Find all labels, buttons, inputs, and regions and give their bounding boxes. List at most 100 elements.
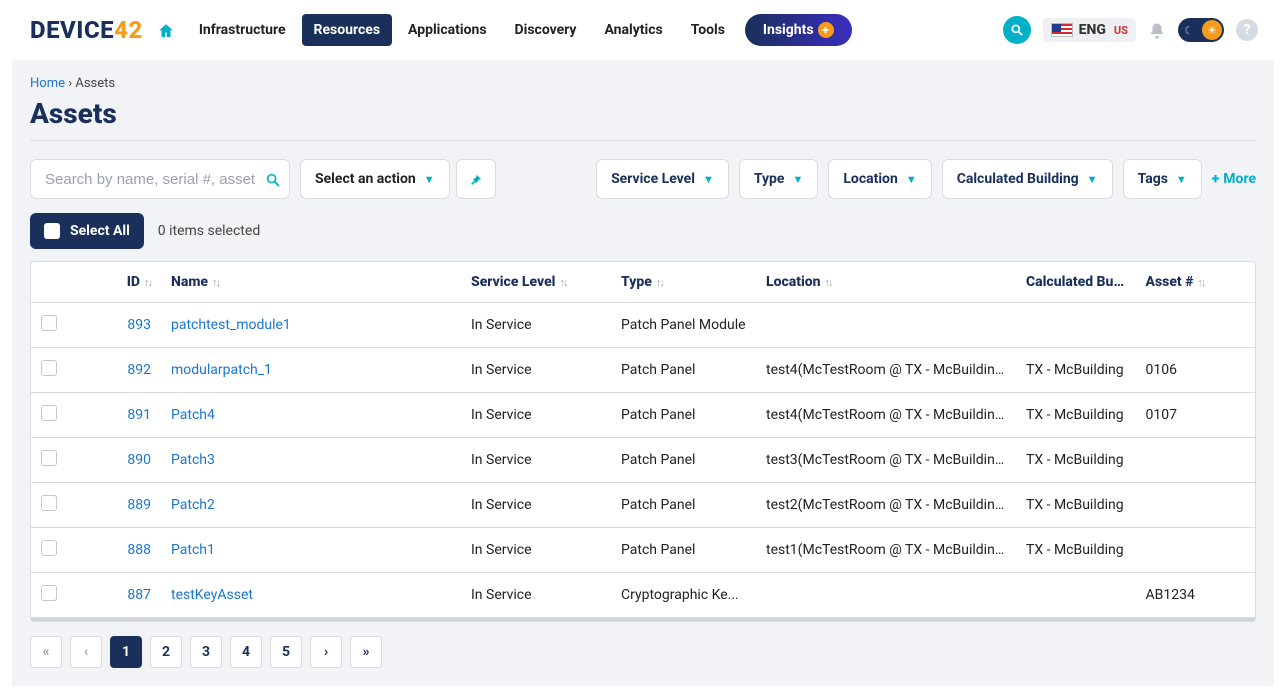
row-id-link[interactable]: 890 — [127, 452, 151, 468]
select-all-row: Select All 0 items selected — [30, 213, 1256, 249]
items-selected-status: 0 items selected — [158, 223, 260, 239]
nav-item-analytics[interactable]: Analytics — [592, 14, 674, 46]
row-checkbox[interactable] — [41, 405, 57, 421]
filter-tags[interactable]: Tags ▼ — [1123, 159, 1202, 199]
home-icon[interactable] — [157, 20, 175, 41]
filter-service-level[interactable]: Service Level ▼ — [596, 159, 729, 199]
page-prev-button[interactable]: ‹ — [70, 636, 102, 668]
nav-item-insights[interactable]: Insights + — [745, 14, 852, 46]
row-id-link[interactable]: 893 — [127, 317, 151, 333]
language-switcher[interactable]: ENG US — [1043, 18, 1136, 42]
page-number-button[interactable]: 4 — [230, 636, 262, 668]
row-id-link[interactable]: 889 — [127, 497, 151, 513]
insights-plus-icon: + — [818, 22, 834, 38]
toolbar: Select an action ▼ Service Level ▼ Type … — [30, 159, 1256, 199]
filter-type[interactable]: Type ▼ — [739, 159, 819, 199]
row-type: Patch Panel — [611, 483, 756, 528]
row-name-link[interactable]: Patch1 — [171, 542, 215, 558]
row-name-link[interactable]: Patch3 — [171, 452, 215, 468]
row-service-level: In Service — [461, 393, 611, 438]
row-id-link[interactable]: 892 — [127, 362, 151, 378]
col-type[interactable]: Type↑↓ — [611, 262, 756, 303]
chevron-down-icon: ▼ — [1087, 173, 1098, 186]
global-search-button[interactable] — [1003, 16, 1031, 44]
bulk-action-label: Select an action — [315, 171, 416, 187]
row-location: test4(McTestRoom @ TX - McBuilding) — [756, 348, 1016, 393]
action-group: Select an action ▼ — [300, 159, 496, 199]
col-location[interactable]: Location↑↓ — [756, 262, 1016, 303]
nav-item-tools[interactable]: Tools — [679, 14, 737, 46]
row-calculated-building — [1016, 573, 1136, 618]
row-checkbox[interactable] — [41, 495, 57, 511]
page-number-button[interactable]: 1 — [110, 636, 142, 668]
row-id-link[interactable]: 887 — [127, 587, 151, 603]
row-id-link[interactable]: 891 — [127, 407, 151, 423]
page-number-button[interactable]: 2 — [150, 636, 182, 668]
sort-icon: ↑↓ — [212, 276, 219, 289]
chevron-left-icon: ‹ — [84, 644, 88, 660]
row-checkbox[interactable] — [41, 315, 57, 331]
table-row: 888Patch1In ServicePatch Paneltest1(McTe… — [31, 528, 1255, 573]
search-input-wrap[interactable] — [30, 159, 290, 199]
row-name-link[interactable]: Patch4 — [171, 407, 215, 423]
col-id[interactable]: ID↑↓ — [71, 262, 161, 303]
row-location: test4(McTestRoom @ TX - McBuilding) — [756, 393, 1016, 438]
chevron-right-icon: › — [324, 644, 328, 660]
col-name[interactable]: Name↑↓ — [161, 262, 461, 303]
assets-table: ID↑↓ Name↑↓ Service Level↑↓ Type↑↓ Locat… — [30, 261, 1256, 622]
bulk-action-select[interactable]: Select an action ▼ — [300, 159, 450, 199]
page-number-button[interactable]: 3 — [190, 636, 222, 668]
search-input[interactable] — [43, 170, 259, 189]
more-filters-button[interactable]: + More — [1212, 171, 1256, 187]
page-next-button[interactable]: › — [310, 636, 342, 668]
row-id-link[interactable]: 888 — [127, 542, 151, 558]
row-name-link[interactable]: testKeyAsset — [171, 587, 253, 603]
row-checkbox-cell — [31, 483, 71, 528]
nav-item-resources[interactable]: Resources — [302, 14, 393, 46]
row-asset-number — [1136, 438, 1256, 483]
breadcrumb-home[interactable]: Home — [30, 76, 65, 91]
row-asset-number — [1136, 483, 1256, 528]
page-first-button[interactable]: « — [30, 636, 62, 668]
row-checkbox[interactable] — [41, 450, 57, 466]
row-checkbox-cell — [31, 348, 71, 393]
nav-item-infrastructure[interactable]: Infrastructure — [187, 14, 298, 46]
col-service-level[interactable]: Service Level↑↓ — [461, 262, 611, 303]
row-checkbox-cell — [31, 438, 71, 483]
nav-item-applications[interactable]: Applications — [396, 14, 499, 46]
title-divider — [30, 140, 1256, 141]
filter-location[interactable]: Location ▼ — [828, 159, 931, 199]
row-id: 887 — [71, 573, 161, 618]
row-name: Patch1 — [161, 528, 461, 573]
breadcrumb: Home › Assets — [30, 72, 1256, 97]
checkbox-icon — [44, 223, 60, 239]
select-all-button[interactable]: Select All — [30, 213, 144, 249]
row-checkbox-cell — [31, 303, 71, 348]
row-checkbox[interactable] — [41, 540, 57, 556]
row-asset-number: AB1234 — [1136, 573, 1256, 618]
table-row: 887testKeyAssetIn ServiceCryptographic K… — [31, 573, 1255, 618]
brand-logo[interactable]: DEVICE42 — [30, 16, 143, 44]
row-name-link[interactable]: Patch2 — [171, 497, 215, 513]
lang-code: ENG — [1079, 22, 1106, 38]
filter-calculated-building[interactable]: Calculated Building ▼ — [942, 159, 1113, 199]
row-name-link[interactable]: patchtest_module1 — [171, 317, 291, 333]
row-service-level: In Service — [461, 528, 611, 573]
notifications-icon[interactable] — [1148, 20, 1166, 41]
col-asset-number[interactable]: Asset #↑↓ — [1136, 262, 1256, 303]
search-icon[interactable] — [265, 170, 281, 189]
col-calculated-building[interactable]: Calculated Building↑↓ — [1016, 262, 1136, 303]
row-name-link[interactable]: modularpatch_1 — [171, 362, 272, 378]
pin-action-button[interactable] — [456, 159, 496, 199]
moon-icon: ☾ — [1184, 24, 1194, 37]
nav-items: Infrastructure Resources Applications Di… — [187, 14, 852, 46]
row-checkbox[interactable] — [41, 585, 57, 601]
row-checkbox-cell — [31, 573, 71, 618]
nav-item-discovery[interactable]: Discovery — [503, 14, 589, 46]
row-checkbox[interactable] — [41, 360, 57, 376]
help-icon[interactable]: ? — [1236, 19, 1258, 41]
page-last-button[interactable]: » — [350, 636, 382, 668]
page-number-button[interactable]: 5 — [270, 636, 302, 668]
theme-toggle[interactable]: ☾ ☀ — [1178, 18, 1224, 42]
row-calculated-building — [1016, 303, 1136, 348]
